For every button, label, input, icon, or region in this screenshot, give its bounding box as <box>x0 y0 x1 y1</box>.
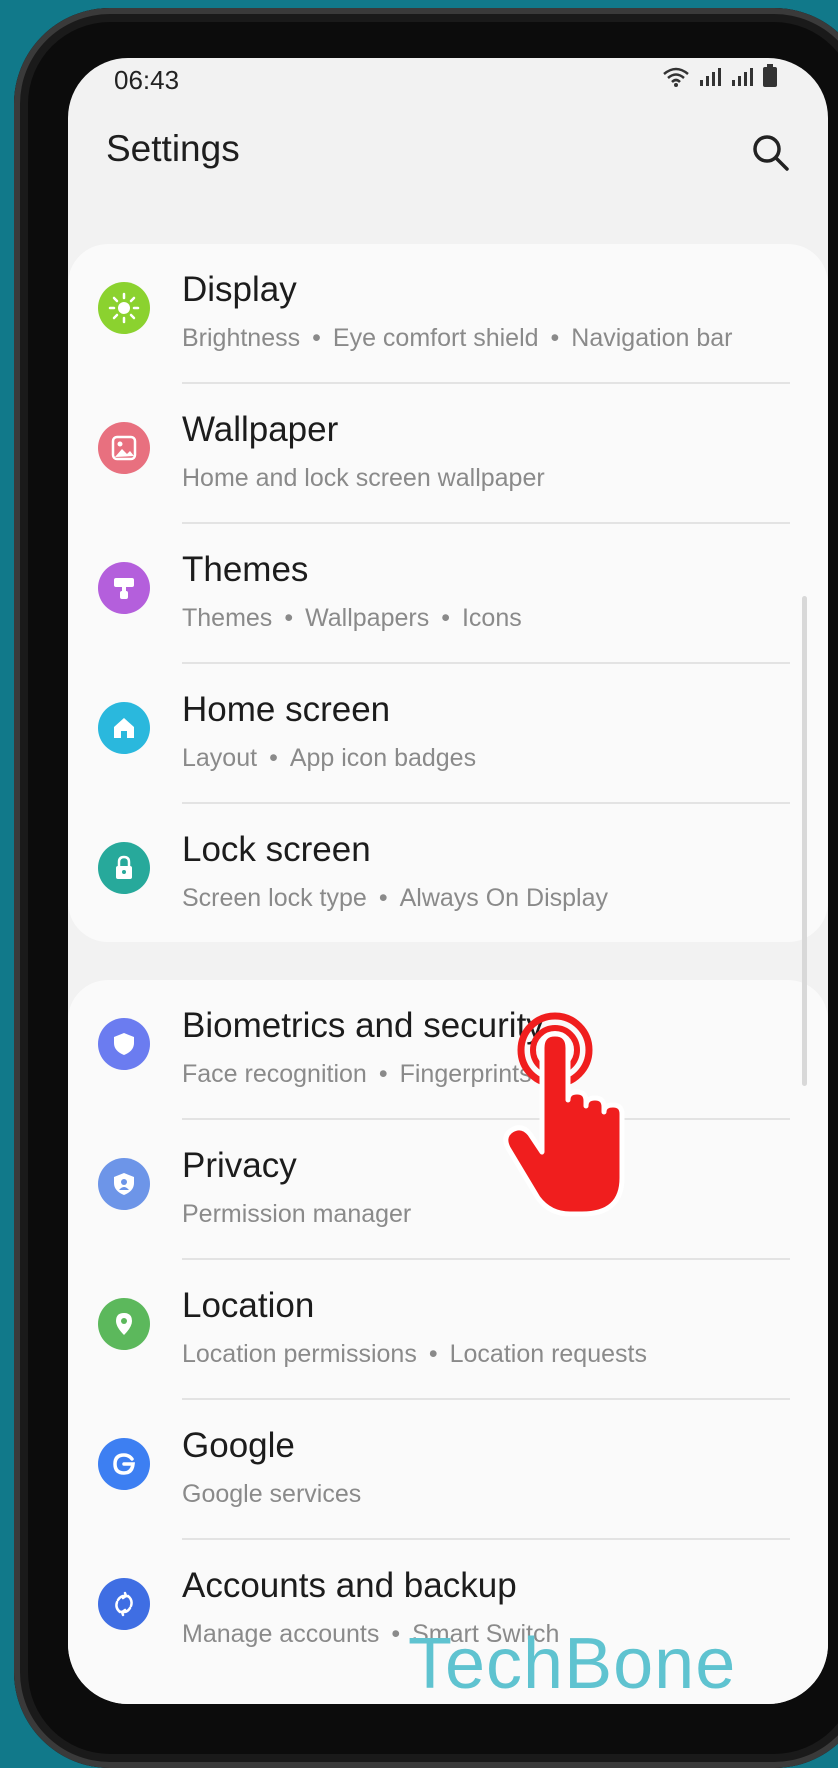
paint-roller-icon <box>98 562 150 614</box>
sync-icon <box>98 1578 150 1630</box>
item-subtitle: Permission manager <box>182 1200 411 1229</box>
watermark: TechBone <box>408 1624 737 1704</box>
subtitle-part: Themes <box>182 604 273 632</box>
item-subtitle: Home and lock screen wallpaper <box>182 464 545 493</box>
subtitle-part: Layout <box>182 744 258 772</box>
status-icons <box>662 64 778 88</box>
google-icon <box>98 1438 150 1490</box>
item-title: Google <box>182 1426 295 1465</box>
item-subtitle: Location permissions • Location requests <box>182 1340 647 1368</box>
home-icon <box>98 702 150 754</box>
subtitle-part: Location permissions <box>182 1340 417 1368</box>
item-subtitle: Screen lock type • Always On Display <box>182 884 608 912</box>
subtitle-part: App icon badges <box>289 744 477 772</box>
item-title: Wallpaper <box>182 410 339 449</box>
settings-item-wallpaper[interactable]: Wallpaper Home and lock screen wallpaper <box>68 384 828 523</box>
item-title: Privacy <box>182 1146 297 1185</box>
subtitle-part: Icons <box>461 604 522 632</box>
settings-item-location[interactable]: Location Location permissions • Location r… <box>68 1260 828 1399</box>
subtitle-part: Home and lock screen wallpaper <box>182 464 545 492</box>
screen: 06:43 Settings Display Brightness • Eye … <box>68 58 828 1704</box>
item-title: Themes <box>182 550 309 589</box>
settings-item-privacy[interactable]: Privacy Permission manager <box>68 1120 828 1259</box>
item-title: Display <box>182 270 297 309</box>
subtitle-part: Manage accounts <box>182 1620 380 1648</box>
status-time: 06:43 <box>114 65 180 95</box>
subtitle-part: Location requests <box>449 1340 647 1368</box>
settings-item-google[interactable]: Google Google services <box>68 1400 828 1539</box>
item-subtitle: Layout • App icon badges <box>182 744 477 772</box>
item-title: Location <box>182 1286 315 1325</box>
item-subtitle: Themes • Wallpapers • Icons <box>182 604 522 632</box>
subtitle-part: Brightness <box>182 324 301 352</box>
wifi-icon <box>663 67 689 87</box>
subtitle-part: Navigation bar <box>571 324 733 352</box>
sun-icon <box>98 282 150 334</box>
scrollbar[interactable] <box>802 596 807 1086</box>
settings-group-display: Display Brightness • Eye comfort shield • Na… <box>68 244 828 942</box>
page-title: Settings <box>106 128 240 169</box>
item-subtitle: Brightness • Eye comfort shield • Navigation… <box>182 324 733 352</box>
lock-icon <box>98 842 150 894</box>
item-subtitle: Face recognition • Fingerprints <box>182 1060 532 1088</box>
tap-hand-icon <box>500 1008 640 1218</box>
settings-item-display[interactable]: Display Brightness • Eye comfort shield • Na… <box>68 244 828 383</box>
subtitle-part: Google services <box>182 1480 362 1508</box>
search-button[interactable] <box>746 128 796 178</box>
settings-item-biometrics-and-security[interactable]: Biometrics and security Face recognition… <box>68 980 828 1119</box>
phone-frame: 06:43 Settings Display Brightness • Eye … <box>14 8 838 1768</box>
item-title: Biometrics and security <box>182 1006 544 1045</box>
subtitle-part: Wallpapers <box>305 604 430 632</box>
settings-item-themes[interactable]: Themes Themes • Wallpapers • Icons <box>68 524 828 663</box>
location-pin-icon <box>98 1298 150 1350</box>
subtitle-part: Permission manager <box>182 1200 412 1228</box>
signal-icon <box>732 68 753 86</box>
item-title: Lock screen <box>182 830 371 869</box>
subtitle-part: Always On Display <box>399 884 608 912</box>
signal-icon <box>700 68 721 86</box>
shield-icon <box>98 1018 150 1070</box>
item-title: Home screen <box>182 690 391 729</box>
subtitle-part: Face recognition <box>182 1060 367 1088</box>
subtitle-part: Screen lock type <box>182 884 367 912</box>
item-subtitle: Google services <box>182 1480 361 1509</box>
image-icon <box>98 422 150 474</box>
search-icon <box>753 135 789 171</box>
subtitle-part: Eye comfort shield <box>332 324 539 352</box>
battery-icon <box>763 64 777 87</box>
settings-item-lock-screen[interactable]: Lock screen Screen lock type • Always On D… <box>68 804 828 943</box>
item-title: Accounts and backup <box>182 1566 517 1605</box>
privacy-shield-icon <box>98 1158 150 1210</box>
settings-group-security: Biometrics and security Face recognition… <box>68 980 828 1704</box>
settings-item-home-screen[interactable]: Home screen Layout • App icon badges <box>68 664 828 803</box>
status-bar: 06:43 <box>68 58 828 102</box>
